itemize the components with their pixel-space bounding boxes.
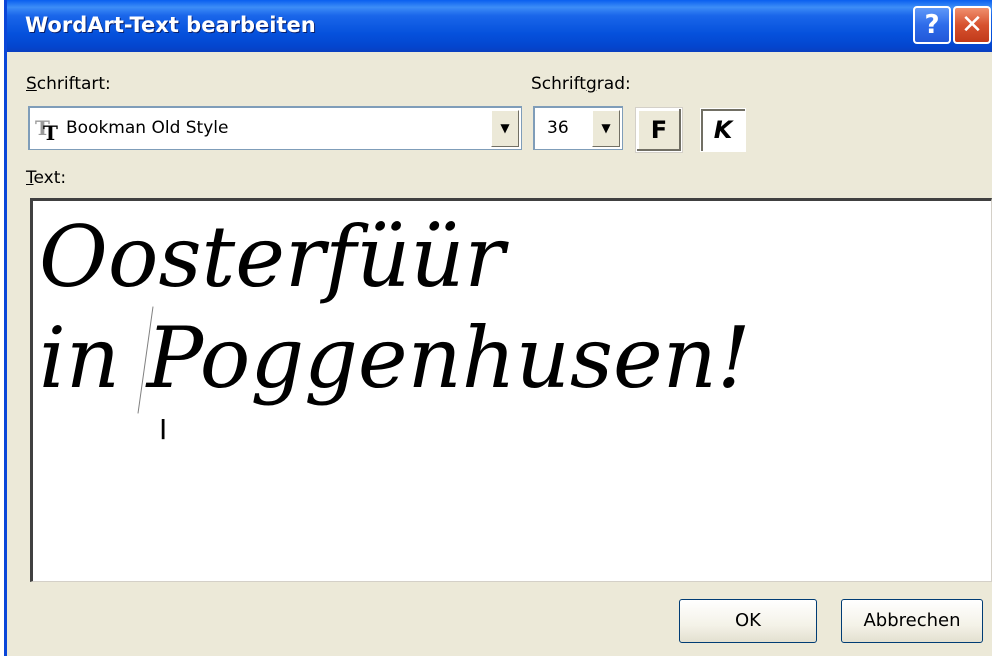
- svg-text:T: T: [43, 121, 58, 143]
- help-button[interactable]: ?: [913, 6, 951, 44]
- font-label: Schriftart:: [26, 74, 111, 94]
- text-line-1: Oosterfüür: [39, 208, 505, 306]
- size-dropdown-button[interactable]: ▼: [592, 110, 620, 147]
- cancel-button[interactable]: Abbrechen: [841, 599, 983, 643]
- close-button[interactable]: ✕: [953, 6, 991, 44]
- font-select[interactable]: T T Bookman Old Style ▼: [28, 106, 522, 150]
- bold-label: F: [650, 116, 668, 144]
- wordart-text-input[interactable]: Oosterfüür in Poggenhusen! I: [30, 198, 992, 582]
- chevron-down-icon: ▼: [500, 121, 510, 135]
- size-value: 36: [547, 118, 569, 138]
- bold-button[interactable]: F: [636, 108, 682, 152]
- italic-button[interactable]: K: [700, 108, 746, 152]
- help-icon: ?: [924, 10, 940, 40]
- dialog-title: WordArt-Text bearbeiten: [25, 13, 316, 37]
- truetype-font-icon: T T: [34, 115, 64, 147]
- font-dropdown-button[interactable]: ▼: [491, 110, 519, 147]
- font-value: Bookman Old Style: [66, 118, 229, 138]
- ok-button[interactable]: OK: [679, 599, 817, 643]
- size-select[interactable]: 36 ▼: [533, 106, 623, 150]
- title-bar[interactable]: WordArt-Text bearbeiten ? ✕: [7, 0, 992, 52]
- italic-label: K: [713, 116, 733, 144]
- close-icon: ✕: [961, 10, 983, 40]
- wordart-edit-dialog: WordArt-Text bearbeiten ? ✕ Schriftart: …: [4, 0, 992, 656]
- text-label: Text:: [26, 168, 67, 188]
- size-label: Schriftgrad:: [531, 74, 631, 94]
- chevron-down-icon: ▼: [601, 121, 611, 135]
- ibeam-cursor-icon: I: [159, 413, 168, 446]
